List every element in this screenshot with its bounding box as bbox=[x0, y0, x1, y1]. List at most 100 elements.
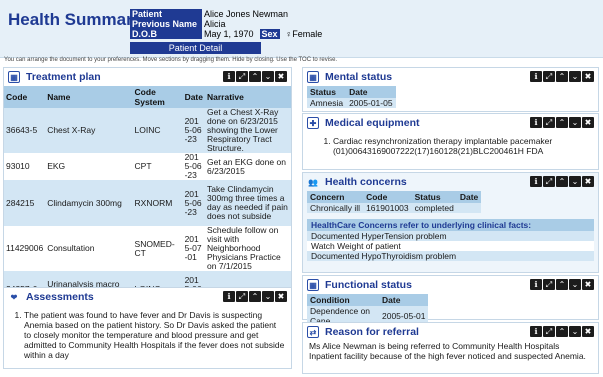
patient-info: Patient Alice Jones Newman Previous Name… bbox=[130, 9, 322, 39]
close-icon[interactable]: ✖ bbox=[275, 71, 287, 82]
table-header-row: Code Name Code System Date Narrative bbox=[4, 86, 291, 108]
patient-name: Alice Jones Newman bbox=[204, 9, 289, 19]
health-concerns-facts: HealthCare Concerns refer to underlying … bbox=[307, 219, 594, 261]
assessments-section[interactable]: ❤ Assessments ℹ ⤢ ⌃ ⌄ ✖ The patient was … bbox=[3, 287, 292, 369]
referral-title: Reason for referral bbox=[325, 326, 419, 338]
move-down-icon[interactable]: ⌄ bbox=[569, 71, 581, 82]
treatment-plan-header[interactable]: ▦ Treatment plan ℹ ⤢ ⌃ ⌄ ✖ bbox=[4, 68, 291, 86]
mental-status-section[interactable]: ▦ Mental status ℹ ⤢ ⌃ ⌄ ✖ Status Date Am… bbox=[302, 67, 599, 112]
assessments-list: The patient was found to have fever and … bbox=[24, 310, 285, 360]
column-header: Date bbox=[456, 191, 482, 203]
table-header-row: Concern Code Status Date bbox=[307, 191, 482, 203]
table-cell: Get an EKG done on 6/23/2015 bbox=[205, 153, 291, 180]
functional-status-header[interactable]: ▦ Functional status ℹ ⤢ ⌃ ⌄ ✖ bbox=[303, 276, 598, 294]
referral-header[interactable]: ⇄ Reason for referral ℹ ⤢ ⌃ ⌄ ✖ bbox=[303, 323, 598, 341]
calendar-icon: ▦ bbox=[307, 71, 319, 83]
patient-detail-button[interactable]: Patient Detail bbox=[130, 42, 261, 54]
move-up-icon[interactable]: ⌃ bbox=[556, 176, 568, 187]
table-cell: 36643-5 bbox=[4, 108, 46, 153]
close-icon[interactable]: ✖ bbox=[582, 71, 594, 82]
list-item: Watch Weight of patient bbox=[307, 241, 594, 251]
move-up-icon[interactable]: ⌃ bbox=[556, 326, 568, 337]
info-icon[interactable]: ℹ bbox=[530, 326, 542, 337]
table-cell: 161901003 bbox=[363, 203, 412, 213]
info-icon[interactable]: ℹ bbox=[530, 279, 542, 290]
table-cell: Amnesia bbox=[307, 98, 347, 108]
close-icon[interactable]: ✖ bbox=[582, 176, 594, 187]
info-icon[interactable]: ℹ bbox=[223, 71, 235, 82]
table-cell: 284215 bbox=[4, 180, 46, 226]
mental-status-header[interactable]: ▦ Mental status ℹ ⤢ ⌃ ⌄ ✖ bbox=[303, 68, 598, 86]
info-icon[interactable]: ℹ bbox=[530, 176, 542, 187]
functional-status-title: Functional status bbox=[325, 279, 412, 291]
move-down-icon[interactable]: ⌄ bbox=[569, 326, 581, 337]
table-cell: Schedule follow on visit with Neighborho… bbox=[205, 226, 291, 271]
expand-icon[interactable]: ⤢ bbox=[543, 326, 555, 337]
table-cell: LOINC bbox=[132, 108, 183, 153]
section-controls: ℹ ⤢ ⌃ ⌄ ✖ bbox=[223, 291, 287, 302]
column-header: Date bbox=[379, 294, 429, 306]
table-row: 36643-5 Chest X-Ray LOINC 2015-06-23 Get… bbox=[4, 108, 291, 153]
close-icon[interactable]: ✖ bbox=[582, 279, 594, 290]
previous-name: Alicia bbox=[204, 19, 226, 29]
column-header: Status bbox=[307, 86, 347, 98]
table-cell: Chronically ill bbox=[307, 203, 364, 213]
patient-header: Health Summary Patient Alice Jones Newma… bbox=[0, 0, 603, 58]
group-icon: 👥 bbox=[308, 177, 318, 187]
treatment-plan-section[interactable]: ▦ Treatment plan ℹ ⤢ ⌃ ⌄ ✖ Code Name Cod… bbox=[3, 67, 292, 307]
column-header: Date bbox=[346, 86, 396, 98]
close-icon[interactable]: ✖ bbox=[275, 291, 287, 302]
info-icon[interactable]: ℹ bbox=[530, 71, 542, 82]
close-icon[interactable]: ✖ bbox=[582, 117, 594, 128]
mental-status-title: Mental status bbox=[325, 71, 393, 83]
expand-icon[interactable]: ⤢ bbox=[236, 291, 248, 302]
info-icon[interactable]: ℹ bbox=[223, 291, 235, 302]
transfer-icon: ⇄ bbox=[307, 326, 319, 338]
move-up-icon[interactable]: ⌃ bbox=[556, 279, 568, 290]
heartbeat-icon: ❤ bbox=[8, 291, 20, 303]
table-cell: Clindamycin 300mg bbox=[45, 180, 133, 226]
close-icon[interactable]: ✖ bbox=[582, 326, 594, 337]
health-concerns-title: Health concerns bbox=[325, 176, 407, 188]
expand-icon[interactable]: ⤢ bbox=[543, 117, 555, 128]
assessments-title: Assessments bbox=[26, 291, 94, 303]
expand-icon[interactable]: ⤢ bbox=[236, 71, 248, 82]
column-header: Concern bbox=[307, 191, 364, 203]
health-concerns-section[interactable]: 👥 Health concerns ℹ ⤢ ⌃ ⌄ ✖ Concern Code… bbox=[302, 172, 599, 273]
health-concerns-table: Concern Code Status Date Chronically ill… bbox=[307, 191, 482, 213]
move-down-icon[interactable]: ⌄ bbox=[569, 279, 581, 290]
treatment-plan-table: Code Name Code System Date Narrative 366… bbox=[4, 86, 291, 307]
expand-icon[interactable]: ⤢ bbox=[543, 71, 555, 82]
table-cell: EKG bbox=[45, 153, 133, 180]
info-icon[interactable]: ℹ bbox=[530, 117, 542, 128]
move-up-icon[interactable]: ⌃ bbox=[556, 117, 568, 128]
functional-status-section[interactable]: ▦ Functional status ℹ ⤢ ⌃ ⌄ ✖ Condition … bbox=[302, 275, 599, 326]
section-controls: ℹ ⤢ ⌃ ⌄ ✖ bbox=[530, 176, 594, 187]
move-down-icon[interactable]: ⌄ bbox=[569, 176, 581, 187]
calendar-icon: ▦ bbox=[307, 279, 319, 291]
medical-equipment-header[interactable]: ✚ Medical equipment ℹ ⤢ ⌃ ⌄ ✖ bbox=[303, 114, 598, 132]
table-row: 11429006 Consultation SNOMED-CT 2015-07-… bbox=[4, 226, 291, 271]
table-cell: Take Clindamycin 300mg three times a day… bbox=[205, 180, 291, 226]
move-up-icon[interactable]: ⌃ bbox=[556, 71, 568, 82]
move-up-icon[interactable]: ⌃ bbox=[249, 71, 261, 82]
section-controls: ℹ ⤢ ⌃ ⌄ ✖ bbox=[530, 279, 594, 290]
referral-section[interactable]: ⇄ Reason for referral ℹ ⤢ ⌃ ⌄ ✖ Ms Alice… bbox=[302, 322, 599, 374]
move-down-icon[interactable]: ⌄ bbox=[262, 71, 274, 82]
table-cell: completed bbox=[411, 203, 457, 213]
move-down-icon[interactable]: ⌄ bbox=[569, 117, 581, 128]
table-header-row: Status Date bbox=[307, 86, 396, 98]
expand-icon[interactable]: ⤢ bbox=[543, 176, 555, 187]
table-header-row: Condition Date bbox=[307, 294, 429, 306]
medical-equipment-list: Cardiac resynchronization therapy implan… bbox=[333, 136, 592, 156]
assessments-header[interactable]: ❤ Assessments ℹ ⤢ ⌃ ⌄ ✖ bbox=[4, 288, 291, 306]
table-cell: RXNORM bbox=[132, 180, 183, 226]
move-down-icon[interactable]: ⌄ bbox=[262, 291, 274, 302]
table-cell: Chest X-Ray bbox=[45, 108, 133, 153]
list-item: The patient was found to have fever and … bbox=[24, 310, 285, 360]
move-up-icon[interactable]: ⌃ bbox=[249, 291, 261, 302]
table-cell: 2015-07-01 bbox=[182, 226, 205, 271]
expand-icon[interactable]: ⤢ bbox=[543, 279, 555, 290]
health-concerns-header[interactable]: 👥 Health concerns ℹ ⤢ ⌃ ⌄ ✖ bbox=[303, 173, 598, 191]
medical-equipment-section[interactable]: ✚ Medical equipment ℹ ⤢ ⌃ ⌄ ✖ Cardiac re… bbox=[302, 113, 599, 170]
